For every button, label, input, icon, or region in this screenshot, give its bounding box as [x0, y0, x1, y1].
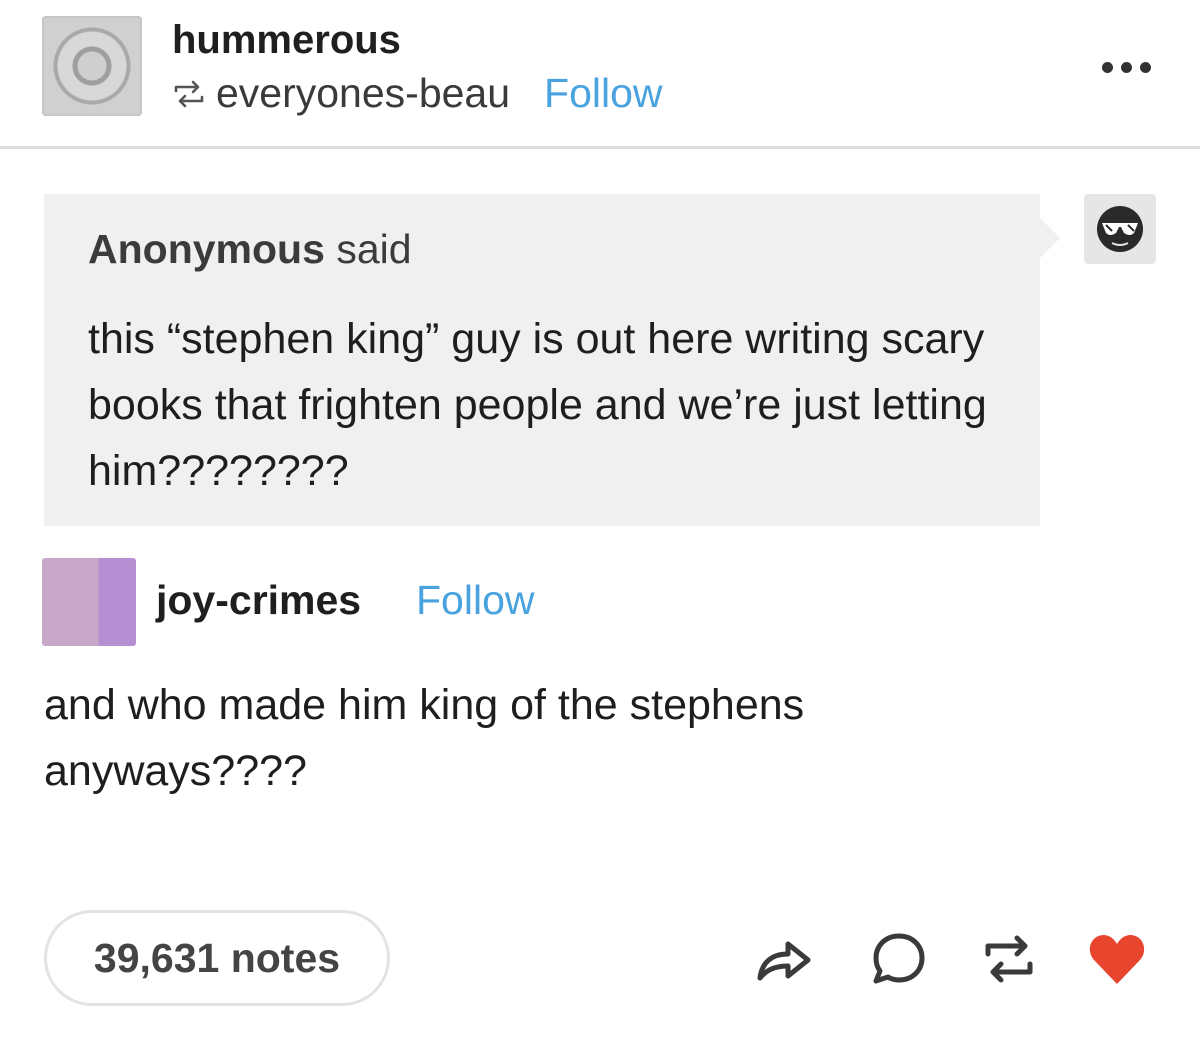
- header-divider: [0, 146, 1200, 149]
- reply-blog-name[interactable]: joy-crimes: [156, 577, 361, 624]
- anonymous-sunglasses-icon: [1084, 194, 1156, 264]
- reply-follow-button[interactable]: Follow: [416, 577, 534, 624]
- blog-name[interactable]: hummerous: [172, 18, 401, 63]
- reblog-attribution: everyones-beau Follow: [172, 70, 663, 117]
- reply-bubble-icon[interactable]: [866, 926, 932, 992]
- follow-button[interactable]: Follow: [544, 70, 662, 117]
- ask-bubble-pointer: [1040, 218, 1060, 258]
- asker-name: Anonymous: [88, 226, 325, 272]
- reblog-icon[interactable]: [976, 926, 1042, 992]
- reblogged-from-name[interactable]: everyones-beau: [216, 70, 510, 117]
- reply-text: and who made him king of the stephens an…: [44, 681, 805, 795]
- notes-count-button[interactable]: 39,631 notes: [44, 910, 390, 1006]
- ask-text: this “stephen king” guy is out here writ…: [88, 315, 987, 495]
- asker-said: said: [336, 226, 412, 272]
- share-icon[interactable]: [752, 926, 818, 992]
- reply-avatar[interactable]: [42, 558, 136, 646]
- blog-avatar[interactable]: [42, 16, 142, 116]
- reblog-icon: [174, 80, 204, 107]
- asker-line: Anonymous said: [88, 226, 412, 273]
- more-dots-icon[interactable]: [1102, 52, 1162, 82]
- heart-icon[interactable]: [1084, 926, 1150, 992]
